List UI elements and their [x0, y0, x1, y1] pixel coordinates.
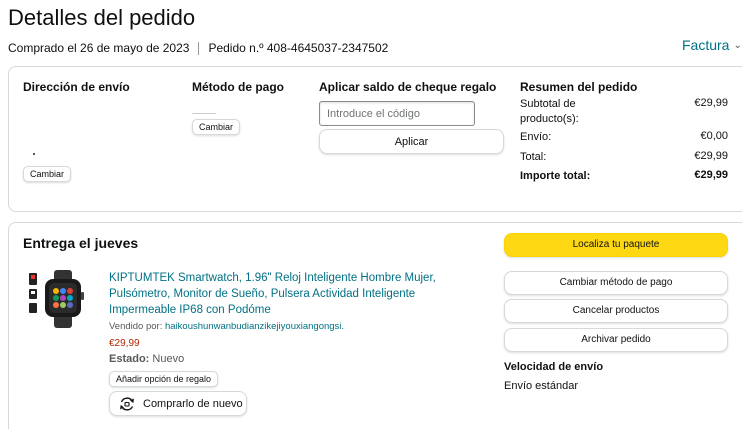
change-payment-method-button[interactable]: Cambiar método de pago	[504, 271, 728, 295]
summary-label: Subtotal de producto(s):	[520, 98, 579, 125]
track-package-button[interactable]: Localiza tu paquete	[504, 233, 728, 257]
apply-gift-button[interactable]: Aplicar	[319, 129, 504, 154]
condition-label: Estado:	[109, 353, 150, 365]
product-price: €29,99	[109, 338, 140, 349]
cancel-items-button[interactable]: Cancelar productos	[504, 299, 728, 323]
summary-row-total: Total: €29,99	[520, 150, 728, 165]
order-summary-heading: Resumen del pedido	[520, 80, 638, 94]
gift-card-heading: Aplicar saldo de cheque regalo	[319, 80, 497, 94]
gift-code-input[interactable]	[319, 101, 475, 126]
order-meta: Comprado el 26 de mayo de 2023 Pedido n.…	[8, 41, 388, 55]
order-number: Pedido n.º 408-4645037-2347502	[208, 41, 389, 55]
summary-value: €0,00	[700, 130, 728, 142]
smartwatch-image[interactable]	[28, 270, 92, 328]
address-placeholder	[33, 153, 35, 155]
buy-again-label[interactable]: Comprarlo de nuevo	[143, 398, 243, 410]
payment-method-heading: Método de pago	[192, 80, 284, 94]
product-title-link[interactable]: KIPTUMTEK Smartwatch, 1.96" Reloj Inteli…	[109, 270, 459, 318]
product-image[interactable]	[28, 270, 92, 328]
add-gift-option-button[interactable]: Añadir opción de regalo	[109, 371, 219, 387]
seller-prefix: Vendido por:	[109, 321, 163, 332]
summary-row-grand-total: Importe total: €29,99	[520, 169, 728, 184]
change-address-button[interactable]: Cambiar	[23, 166, 72, 182]
payment-placeholder	[192, 113, 216, 114]
shipping-speed-value: Envío estándar	[504, 380, 578, 392]
invoice-label[interactable]: Factura	[682, 37, 729, 53]
invoice-dropdown[interactable]: Factura ⌄	[682, 37, 742, 53]
page-title: Detalles del pedido	[8, 5, 196, 30]
summary-row-subtotal: Subtotal de producto(s): €29,99	[520, 97, 728, 127]
condition-value: Nuevo	[152, 353, 185, 365]
summary-label: Total:	[520, 151, 547, 163]
product-condition: Estado: Nuevo	[109, 353, 184, 365]
shipping-address-heading: Dirección de envío	[23, 80, 130, 94]
summary-label: Envío:	[520, 131, 552, 143]
buy-again-button[interactable]: Comprarlo de nuevo	[109, 391, 247, 416]
order-date: Comprado el 26 de mayo de 2023	[8, 41, 190, 55]
chevron-down-icon[interactable]: ⌄	[733, 40, 741, 51]
summary-label: Importe total:	[520, 170, 591, 182]
change-payment-button[interactable]: Cambiar	[192, 119, 241, 135]
summary-value: €29,99	[694, 150, 728, 162]
seller-info: Vendido por: haikoushunwanbudianzikejiyo…	[109, 321, 344, 332]
buy-again-icon	[120, 396, 134, 411]
summary-value: €29,99	[694, 169, 728, 181]
shipping-speed-heading: Velocidad de envío	[504, 361, 604, 373]
summary-value: €29,99	[694, 97, 728, 109]
summary-row-shipping: Envío: €0,00	[520, 130, 728, 145]
archive-order-button[interactable]: Archivar pedido	[504, 328, 728, 352]
meta-divider	[198, 41, 200, 55]
seller-link[interactable]: haikoushunwanbudianzikejiyouxiangongsi.	[165, 321, 344, 332]
delivery-heading: Entrega el jueves	[23, 235, 139, 251]
